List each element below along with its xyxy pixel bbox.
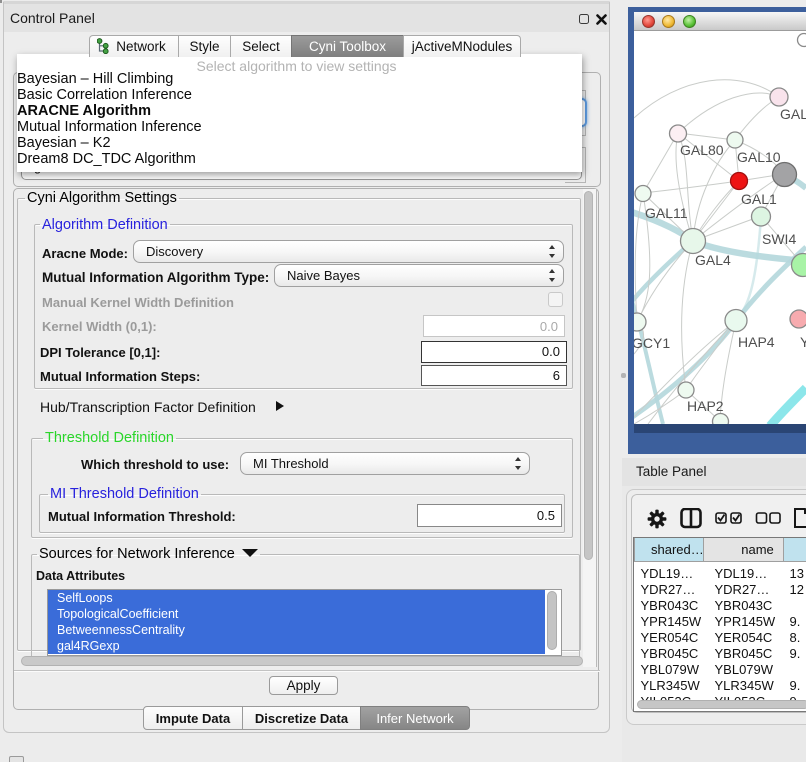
svg-text:GAL7: GAL7 — [780, 106, 806, 122]
svg-text:GAL1: GAL1 — [741, 191, 777, 207]
svg-text:GAL80: GAL80 — [680, 142, 724, 158]
svg-text:HAP2: HAP2 — [687, 398, 724, 414]
svg-text:GAL11: GAL11 — [645, 205, 688, 221]
svg-text:HAP4: HAP4 — [738, 334, 775, 350]
svg-text:GCY1: GCY1 — [634, 335, 670, 351]
svg-text:SWI4: SWI4 — [762, 231, 796, 247]
svg-text:Y: Y — [800, 334, 806, 350]
svg-text:GAL4: GAL4 — [695, 252, 731, 268]
svg-text:GAL10: GAL10 — [737, 149, 781, 165]
